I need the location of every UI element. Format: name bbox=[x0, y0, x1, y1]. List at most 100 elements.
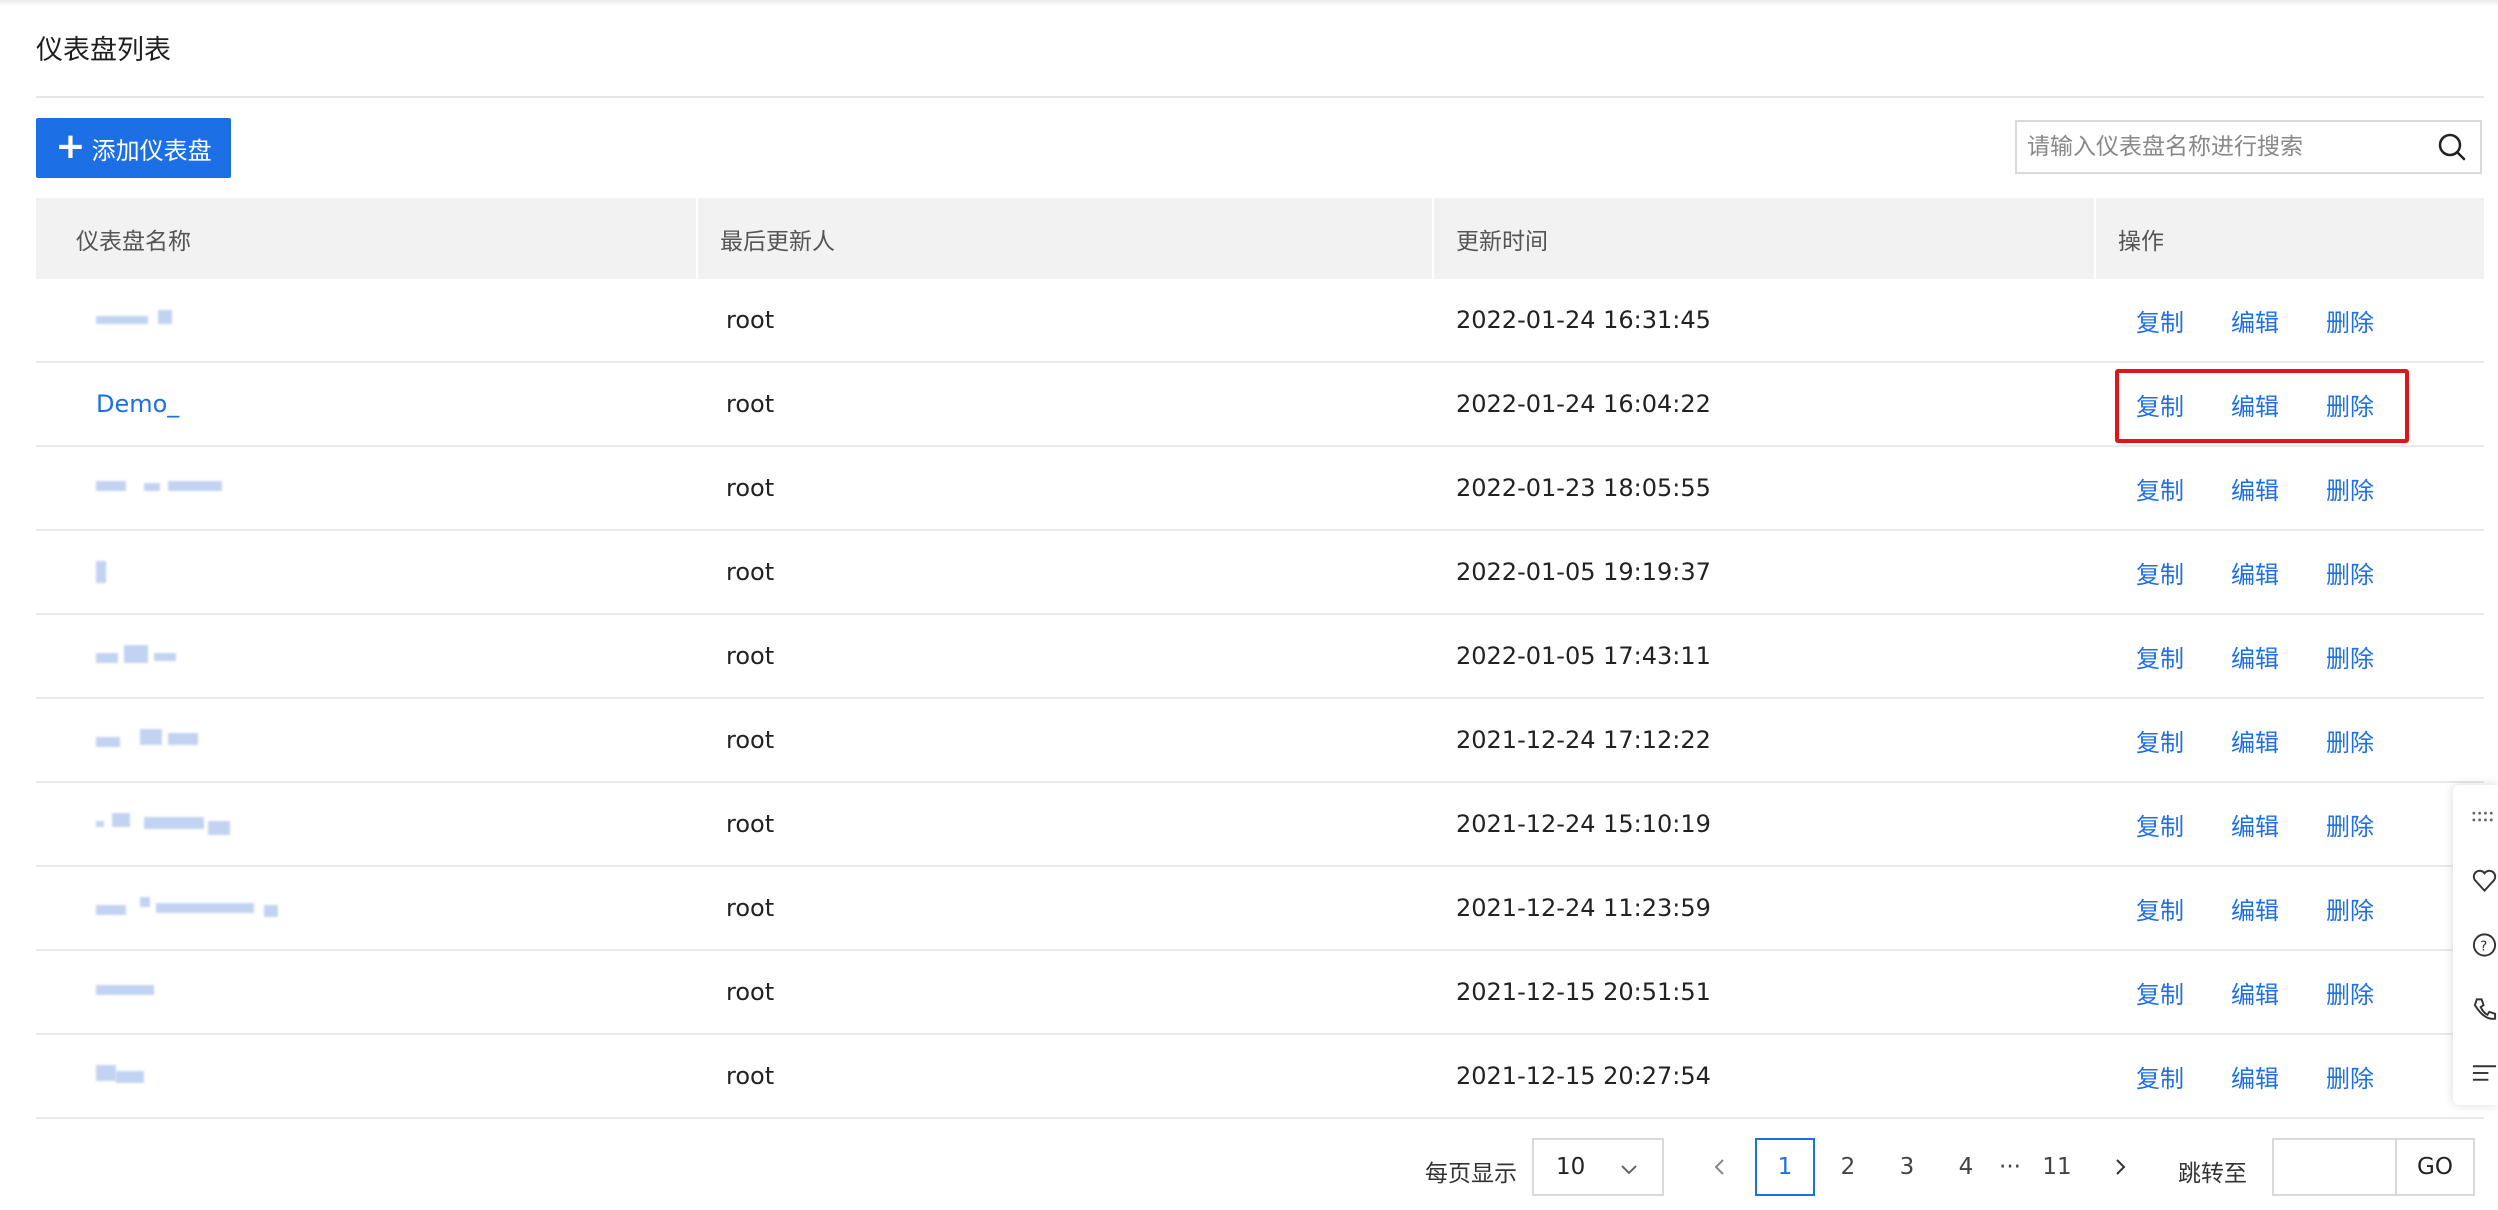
page-ellipsis[interactable]: ··· bbox=[1990, 1138, 2030, 1196]
edit-button[interactable]: 编辑 bbox=[2231, 555, 2279, 590]
updater-cell: root bbox=[726, 810, 775, 838]
delete-button[interactable]: 删除 bbox=[2326, 975, 2374, 1010]
copy-button[interactable]: 复制 bbox=[2136, 1059, 2184, 1094]
updater-cell: root bbox=[726, 558, 775, 586]
edit-button[interactable]: 编辑 bbox=[2231, 303, 2279, 338]
favorite-icon[interactable] bbox=[2453, 849, 2498, 913]
floating-toolbar: ? bbox=[2453, 785, 2498, 1105]
actions-cell: 复制 编辑 删除 bbox=[2096, 891, 2484, 926]
name-cell[interactable] bbox=[36, 811, 698, 837]
page-button[interactable]: 2 bbox=[1823, 1138, 1873, 1196]
copy-button[interactable]: 复制 bbox=[2136, 471, 2184, 506]
header-time: 更新时间 bbox=[1434, 198, 2096, 279]
dashboard-table: 仪表盘名称 最后更新人 更新时间 操作 root 2022-01-24 16:3… bbox=[36, 198, 2484, 1119]
delete-button[interactable]: 删除 bbox=[2326, 387, 2374, 422]
help-icon[interactable]: ? bbox=[2453, 913, 2498, 977]
add-dashboard-label: 添加仪表盘 bbox=[91, 136, 212, 165]
drag-handle-icon[interactable] bbox=[2453, 785, 2498, 849]
go-button[interactable]: GO bbox=[2395, 1138, 2475, 1196]
table-row: root 2022-01-05 19:19:37 复制 编辑 删除 bbox=[36, 531, 2484, 615]
name-cell[interactable] bbox=[36, 559, 698, 585]
name-cell[interactable] bbox=[36, 727, 698, 753]
time-cell: 2021-12-24 11:23:59 bbox=[1456, 894, 1711, 922]
svg-text:?: ? bbox=[2480, 938, 2487, 954]
header-updater: 最后更新人 bbox=[698, 198, 1434, 279]
name-cell[interactable] bbox=[36, 979, 698, 1005]
redacted-name bbox=[96, 895, 296, 921]
per-page-value: 10 bbox=[1556, 1154, 1586, 1180]
time-cell: 2022-01-23 18:05:55 bbox=[1456, 474, 1711, 502]
page-button[interactable]: 1 bbox=[1755, 1138, 1815, 1196]
edit-button[interactable]: 编辑 bbox=[2231, 891, 2279, 926]
add-dashboard-button[interactable]: + 添加仪表盘 bbox=[36, 118, 231, 178]
redacted-name bbox=[96, 643, 186, 669]
updater-cell: root bbox=[726, 390, 775, 418]
edit-button[interactable]: 编辑 bbox=[2231, 975, 2279, 1010]
table-header: 仪表盘名称 最后更新人 更新时间 操作 bbox=[36, 198, 2484, 279]
copy-button[interactable]: 复制 bbox=[2136, 639, 2184, 674]
copy-button[interactable]: 复制 bbox=[2136, 723, 2184, 758]
search-icon[interactable] bbox=[2424, 122, 2480, 172]
jump-page-input[interactable] bbox=[2272, 1138, 2397, 1196]
name-cell[interactable] bbox=[36, 643, 698, 669]
edit-button[interactable]: 编辑 bbox=[2231, 1059, 2279, 1094]
phone-icon[interactable] bbox=[2453, 977, 2498, 1041]
copy-button[interactable]: 复制 bbox=[2136, 975, 2184, 1010]
actions-cell: 复制 编辑 删除 bbox=[2096, 387, 2484, 422]
copy-button[interactable]: 复制 bbox=[2136, 555, 2184, 590]
actions-cell: 复制 编辑 删除 bbox=[2096, 639, 2484, 674]
prev-page-button[interactable] bbox=[1700, 1138, 1740, 1196]
edit-button[interactable]: 编辑 bbox=[2231, 471, 2279, 506]
time-cell: 2021-12-24 17:12:22 bbox=[1456, 726, 1711, 754]
time-cell: 2022-01-05 19:19:37 bbox=[1456, 558, 1711, 586]
copy-button[interactable]: 复制 bbox=[2136, 891, 2184, 926]
delete-button[interactable]: 删除 bbox=[2326, 639, 2374, 674]
updater-cell: root bbox=[726, 642, 775, 670]
updater-cell: root bbox=[726, 726, 775, 754]
list-icon[interactable] bbox=[2453, 1041, 2498, 1105]
delete-button[interactable]: 删除 bbox=[2326, 471, 2374, 506]
table-row: root 2021-12-15 20:27:54 复制 编辑 删除 bbox=[36, 1035, 2484, 1119]
edit-button[interactable]: 编辑 bbox=[2231, 807, 2279, 842]
table-row: root 2022-01-24 16:31:45 复制 编辑 删除 bbox=[36, 279, 2484, 363]
edit-button[interactable]: 编辑 bbox=[2231, 639, 2279, 674]
name-cell[interactable] bbox=[36, 895, 698, 921]
time-cell: 2021-12-15 20:51:51 bbox=[1456, 978, 1711, 1006]
edit-button[interactable]: 编辑 bbox=[2231, 723, 2279, 758]
delete-button[interactable]: 删除 bbox=[2326, 303, 2374, 338]
delete-button[interactable]: 删除 bbox=[2326, 891, 2374, 926]
updater-cell: root bbox=[726, 894, 775, 922]
redacted-name bbox=[96, 307, 186, 333]
delete-button[interactable]: 删除 bbox=[2326, 1059, 2374, 1094]
delete-button[interactable]: 删除 bbox=[2326, 723, 2374, 758]
header-name: 仪表盘名称 bbox=[36, 198, 698, 279]
page-button[interactable]: 4 bbox=[1941, 1138, 1991, 1196]
per-page-select[interactable]: 10 bbox=[1532, 1138, 1664, 1196]
page-button[interactable]: 3 bbox=[1882, 1138, 1932, 1196]
jump-label: 跳转至 bbox=[2178, 1161, 2247, 1187]
copy-button[interactable]: 复制 bbox=[2136, 387, 2184, 422]
table-row: root 2021-12-24 15:10:19 复制 编辑 删除 bbox=[36, 783, 2484, 867]
redacted-name bbox=[96, 1063, 156, 1089]
next-page-button[interactable] bbox=[2100, 1138, 2140, 1196]
name-cell[interactable] bbox=[36, 1063, 698, 1089]
time-cell: 2022-01-05 17:43:11 bbox=[1456, 642, 1711, 670]
table-row: Demo_ root 2022-01-24 16:04:22 复制 编辑 删除 bbox=[36, 363, 2484, 447]
delete-button[interactable]: 删除 bbox=[2326, 807, 2374, 842]
copy-button[interactable]: 复制 bbox=[2136, 303, 2184, 338]
header-actions: 操作 bbox=[2118, 228, 2164, 255]
name-cell[interactable] bbox=[36, 475, 698, 501]
search-input[interactable] bbox=[2017, 122, 2424, 172]
dashboard-name-link[interactable]: Demo_ bbox=[96, 390, 179, 418]
name-cell[interactable]: Demo_ bbox=[36, 390, 698, 418]
redacted-name bbox=[96, 559, 126, 585]
time-cell: 2022-01-24 16:31:45 bbox=[1456, 306, 1711, 334]
copy-button[interactable]: 复制 bbox=[2136, 807, 2184, 842]
name-cell[interactable] bbox=[36, 307, 698, 333]
actions-cell: 复制 编辑 删除 bbox=[2096, 975, 2484, 1010]
chevron-down-icon bbox=[1618, 1158, 1640, 1186]
delete-button[interactable]: 删除 bbox=[2326, 555, 2374, 590]
page-button[interactable]: 11 bbox=[2032, 1138, 2082, 1196]
edit-button[interactable]: 编辑 bbox=[2231, 387, 2279, 422]
top-shadow bbox=[0, 0, 2498, 6]
